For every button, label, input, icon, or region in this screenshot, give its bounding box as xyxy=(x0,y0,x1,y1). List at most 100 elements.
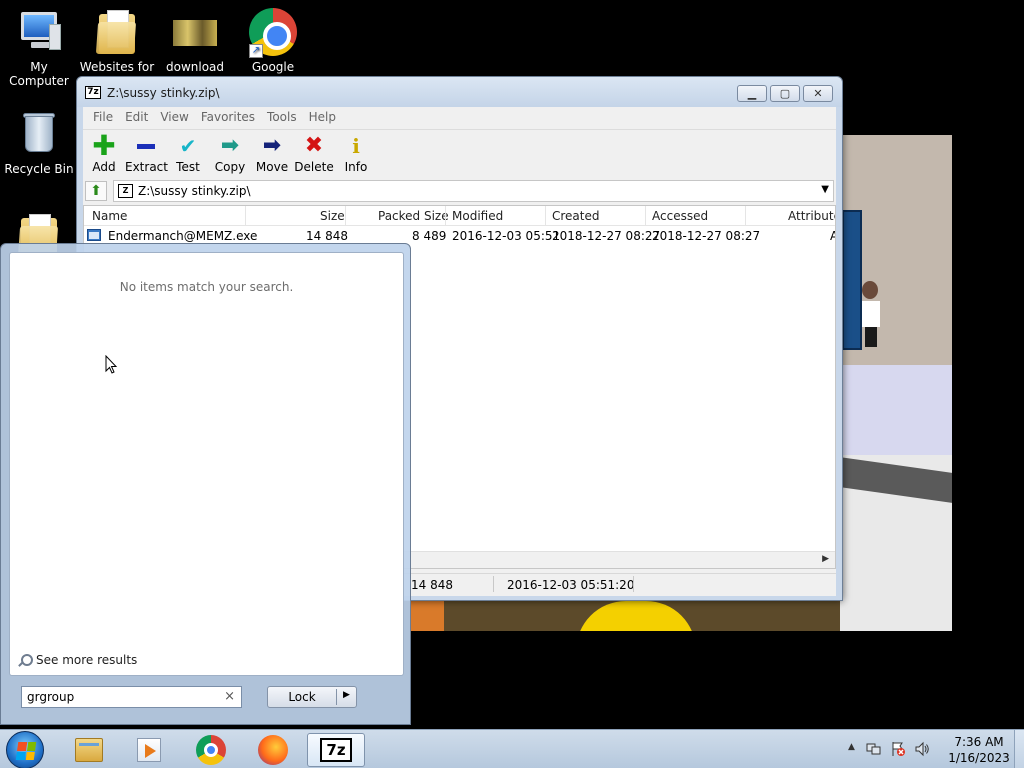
column-created[interactable]: Created xyxy=(552,209,600,223)
lock-button[interactable]: Lock ▶ xyxy=(267,686,357,708)
7zip-icon: 7z xyxy=(320,738,352,762)
minimize-button[interactable]: ▁ xyxy=(737,85,767,102)
title-bar[interactable]: 7z Z:\sussy stinky.zip\ ▁ ▢ ✕ xyxy=(77,77,842,107)
taskbar-media-player[interactable] xyxy=(120,733,178,767)
desktop-icon-label: download xyxy=(165,60,225,74)
cell-packed: 8 489 xyxy=(412,229,447,243)
column-divider[interactable] xyxy=(345,206,346,226)
clear-icon[interactable]: × xyxy=(224,689,235,704)
menu-view[interactable]: View xyxy=(154,107,194,127)
video-person xyxy=(862,281,880,351)
taskbar-7zip[interactable]: 7z xyxy=(307,733,365,767)
info-button[interactable]: i Info xyxy=(335,134,377,174)
copy-label: Copy xyxy=(214,160,246,174)
volume-icon[interactable] xyxy=(914,741,930,757)
taskbar: 7z ▲ 7:36 AM 1/16/2023 xyxy=(0,729,1024,768)
7zip-archive-icon: Z xyxy=(118,184,133,198)
search-input-text: grgroup xyxy=(27,690,75,704)
media-player-icon xyxy=(137,738,161,762)
copy-arrow-icon: ➡ xyxy=(220,133,240,158)
cell-attribute: A xyxy=(830,229,835,243)
network-icon[interactable] xyxy=(866,741,882,757)
minus-icon xyxy=(125,134,167,158)
scroll-right-icon[interactable]: ▶ xyxy=(822,554,829,564)
chevron-down-icon[interactable]: ▼ xyxy=(821,184,829,195)
folder-up-button[interactable]: ⬆ xyxy=(85,181,107,201)
close-button[interactable]: ✕ xyxy=(803,85,833,102)
column-header: Name Size Packed Size Modified Created A… xyxy=(84,206,835,226)
desktop-icon-recycle-bin[interactable]: Recycle Bin xyxy=(0,110,78,176)
start-menu: No items match your search. See more res… xyxy=(0,243,411,725)
maximize-button[interactable]: ▢ xyxy=(770,85,800,102)
menu-tools[interactable]: Tools xyxy=(261,107,303,127)
column-packed-size[interactable]: Packed Size xyxy=(378,209,449,223)
delete-button[interactable]: ✖ Delete xyxy=(293,133,335,175)
chrome-icon-wrap: ↗ xyxy=(249,8,297,58)
menu-favorites[interactable]: Favorites xyxy=(195,107,261,127)
add-label: Add xyxy=(92,160,116,174)
clock-time: 7:36 AM xyxy=(954,735,1004,749)
address-field[interactable]: Z Z:\sussy stinky.zip\ ▼ xyxy=(113,180,834,202)
video-desk xyxy=(840,365,952,465)
shortcut-arrow-icon: ↗ xyxy=(249,44,263,58)
column-attribute[interactable]: Attribute xyxy=(788,209,835,223)
menu-file[interactable]: File xyxy=(87,107,119,127)
info-icon: i xyxy=(352,134,360,158)
column-divider[interactable] xyxy=(745,206,746,226)
taskbar-firefox[interactable] xyxy=(244,733,302,767)
exe-file-icon xyxy=(87,229,101,241)
show-hidden-icons-icon[interactable]: ▲ xyxy=(848,742,855,752)
test-button[interactable]: ✔ Test xyxy=(167,134,209,174)
column-divider[interactable] xyxy=(445,206,446,226)
address-bar: ⬆ Z Z:\sussy stinky.zip\ ▼ xyxy=(83,179,836,203)
folder-icon xyxy=(93,8,141,56)
menu-help[interactable]: Help xyxy=(303,107,342,127)
column-name[interactable]: Name xyxy=(92,209,127,223)
column-divider[interactable] xyxy=(645,206,646,226)
column-accessed[interactable]: Accessed xyxy=(652,209,708,223)
video-panel xyxy=(842,210,862,350)
desktop-icon-google[interactable]: ↗ Google xyxy=(234,8,312,74)
extract-button[interactable]: Extract xyxy=(125,134,168,174)
desktop-icon-label: Google xyxy=(251,60,295,74)
windows-logo-icon xyxy=(15,742,37,760)
chevron-right-icon[interactable]: ▶ xyxy=(343,690,350,700)
chrome-icon xyxy=(196,735,226,765)
add-button[interactable]: ✚ Add xyxy=(83,132,125,175)
show-desktop-button[interactable] xyxy=(1014,730,1024,768)
move-button[interactable]: ➡ Move xyxy=(251,133,293,175)
taskbar-chrome[interactable] xyxy=(182,733,240,767)
delete-label: Delete xyxy=(294,160,334,174)
menu-bar: File Edit View Favorites Tools Help xyxy=(83,107,836,127)
search-results-pane: No items match your search. See more res… xyxy=(9,252,404,676)
desktop-icon-websites[interactable]: Websites for xyxy=(78,8,156,74)
column-divider[interactable] xyxy=(245,206,246,226)
cell-size: 14 848 xyxy=(306,229,348,243)
windows-explorer-icon xyxy=(75,738,103,762)
delete-x-icon: ✖ xyxy=(304,133,324,158)
window-title: Z:\sussy stinky.zip\ xyxy=(107,86,220,100)
status-divider xyxy=(493,576,494,592)
start-button[interactable] xyxy=(6,731,44,768)
column-size[interactable]: Size xyxy=(320,209,345,223)
info-label: Info xyxy=(344,160,368,174)
move-arrow-icon: ➡ xyxy=(262,133,282,158)
action-center-flag-icon[interactable] xyxy=(890,741,906,757)
see-more-results-link[interactable]: See more results xyxy=(18,653,137,667)
column-divider[interactable] xyxy=(545,206,546,226)
cell-modified: 2016-12-03 05:51 xyxy=(452,229,561,243)
desktop-icon-download[interactable]: download xyxy=(156,8,234,74)
desktop-icon-label: My Computer xyxy=(9,60,69,88)
status-divider xyxy=(633,576,634,592)
lock-divider xyxy=(336,689,337,705)
taskbar-explorer[interactable] xyxy=(60,733,118,767)
menu-edit[interactable]: Edit xyxy=(119,107,154,127)
start-search-input[interactable]: grgroup × xyxy=(21,686,242,708)
toolbar: ✚ Add Extract ✔ Test ➡ Copy ➡ Move ✖ Del… xyxy=(83,129,836,179)
desktop-icon-my-computer[interactable]: My Computer xyxy=(0,8,78,88)
video-orange xyxy=(410,601,444,631)
column-modified[interactable]: Modified xyxy=(452,209,503,223)
copy-button[interactable]: ➡ Copy xyxy=(209,133,251,175)
taskbar-clock[interactable]: 7:36 AM 1/16/2023 xyxy=(948,734,1010,766)
move-label: Move xyxy=(255,160,289,174)
